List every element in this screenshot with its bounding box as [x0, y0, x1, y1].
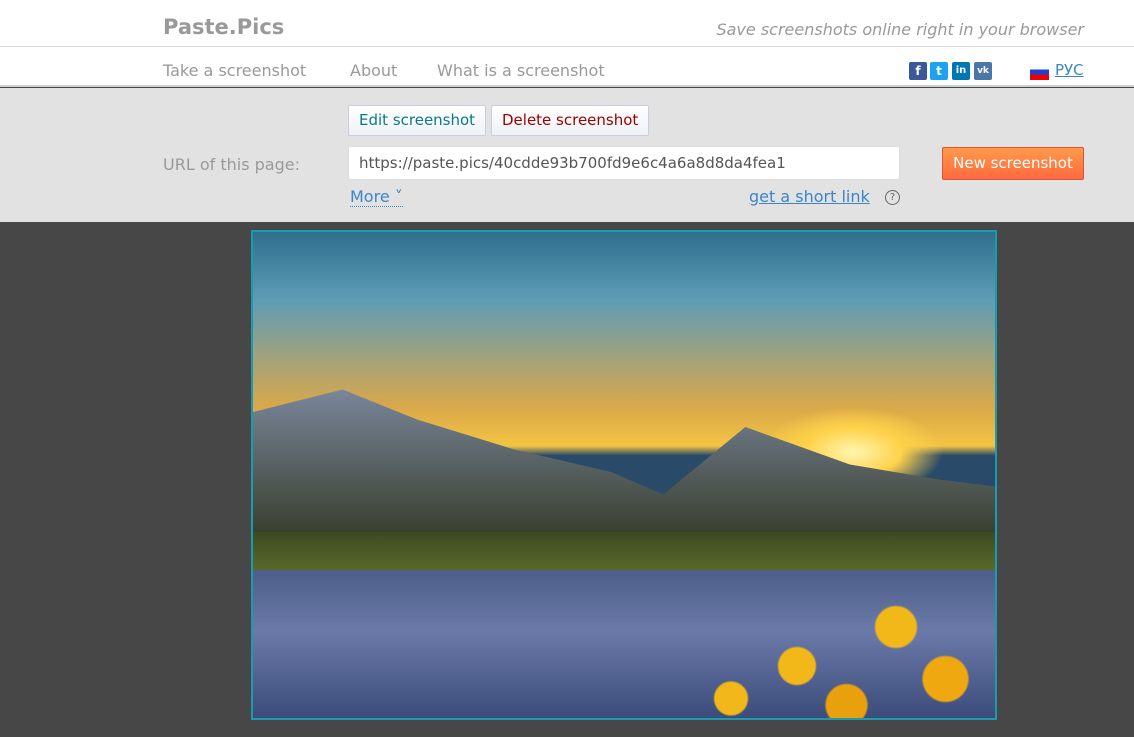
url-field[interactable]: https://paste.pics/40cdde93b700fd9e6c4a6…	[348, 146, 900, 180]
image-meadow	[253, 532, 995, 572]
linkedin-icon[interactable]: in	[952, 62, 970, 80]
logo[interactable]: Paste.Pics	[163, 15, 284, 39]
vk-icon[interactable]: vk	[974, 62, 992, 80]
nav-about[interactable]: About	[350, 61, 397, 80]
tagline: Save screenshots online right in your br…	[716, 20, 1084, 39]
russian-flag-icon[interactable]	[1030, 64, 1049, 80]
nav-what-is-screenshot[interactable]: What is a screenshot	[437, 61, 605, 80]
divider	[0, 46, 1134, 47]
nav-take-screenshot[interactable]: Take a screenshot	[163, 61, 306, 80]
url-label: URL of this page:	[163, 155, 300, 174]
edit-screenshot-button[interactable]: Edit screenshot	[348, 105, 487, 136]
short-link[interactable]: get a short link	[749, 187, 870, 206]
screenshot-panel: Edit screenshot Delete screenshot URL of…	[0, 88, 1134, 222]
twitter-icon[interactable]: t	[930, 62, 948, 80]
screenshot-image	[251, 230, 997, 720]
image-mountains	[253, 389, 995, 532]
image-flowers	[665, 588, 995, 718]
help-icon[interactable]: ?	[885, 190, 900, 205]
facebook-icon[interactable]: f	[909, 62, 927, 80]
delete-screenshot-button[interactable]: Delete screenshot	[491, 105, 650, 136]
more-dropdown[interactable]: More ˅	[350, 187, 403, 207]
header: Paste.Pics Save screenshots online right…	[0, 0, 1134, 87]
new-screenshot-button[interactable]: New screenshot	[942, 147, 1084, 180]
language-link[interactable]: РУС	[1055, 61, 1084, 79]
